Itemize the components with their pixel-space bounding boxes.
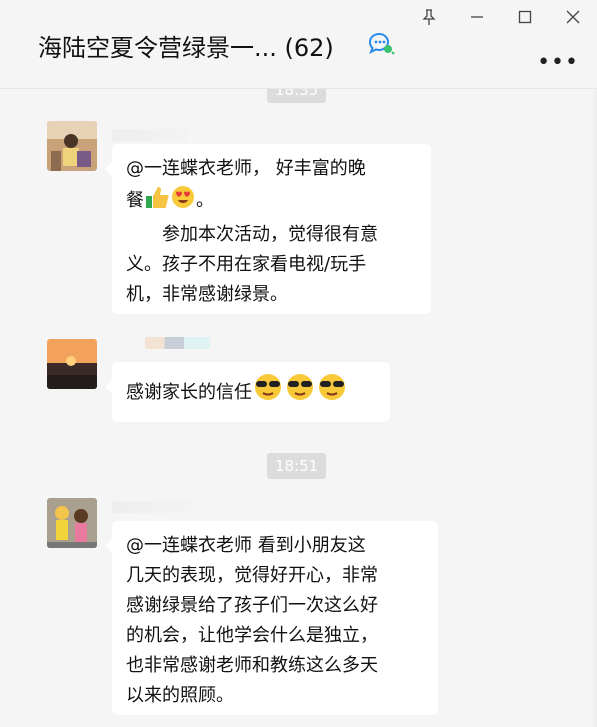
scrollbar[interactable] [593, 89, 597, 727]
more-options-button[interactable]: ••• [537, 50, 579, 75]
message-bubble[interactable]: 感谢家长的信任 [105, 362, 390, 422]
timestamp-pill: 18:51 [267, 453, 327, 479]
message-line-with-emoji: 餐。 [126, 184, 417, 220]
group-chat-icon[interactable] [367, 32, 395, 56]
message-line: @一连蝶衣老师 看到小朋友这 [126, 535, 366, 556]
avatar[interactable] [47, 498, 97, 548]
message-line: 参加本次活动，觉得很有意 [126, 224, 378, 245]
sender-name [112, 501, 192, 513]
message-line: 义。孩子不用在家看电视/玩手 [126, 254, 367, 275]
close-button[interactable] [549, 0, 597, 34]
sunglasses-emoji-icon [284, 372, 316, 412]
pin-icon[interactable] [405, 0, 453, 34]
window-controls [405, 0, 597, 34]
message-line-with-emoji: 感谢家长的信任 [126, 372, 376, 412]
message-bubble[interactable]: @一连蝶衣老师 看到小朋友这 几天的表现，觉得好开心，非常 感谢绿景给了孩子们一… [105, 521, 438, 715]
chat-title[interactable]: 海陆空夏令营绿景一... (62) [38, 28, 334, 63]
avatar[interactable] [47, 121, 97, 171]
minimize-button[interactable] [453, 0, 501, 34]
message-line: 的机会，让他学会什么是独立， [126, 625, 378, 646]
message-line: 机，非常感谢绿景。 [126, 284, 288, 305]
message-line: 感谢绿景给了孩子们一次这么好 [126, 595, 378, 616]
sender-name [145, 337, 210, 349]
sender-name [112, 129, 188, 141]
avatar[interactable] [47, 339, 97, 389]
message-text: 感谢家长的信任 [126, 382, 252, 403]
message-line: 也非常感谢老师和教练这么多天 [126, 655, 378, 676]
sunglasses-emoji-icon [316, 372, 348, 412]
message-bubble[interactable]: @一连蝶衣老师， 好丰富的晚 餐。 参加本次活动，觉得很有意 义。孩子不用在家看… [105, 144, 431, 314]
timestamp-pill: 18:35 [267, 89, 327, 103]
message-text: 餐 [126, 190, 144, 211]
message-line: @一连蝶衣老师， 好丰富的晚 [126, 158, 366, 179]
sunglasses-emoji-icon [252, 372, 284, 412]
message-line: 几天的表现，觉得好开心，非常 [126, 565, 378, 586]
maximize-button[interactable] [501, 0, 549, 34]
thumbs-up-icon [144, 184, 170, 220]
message-list[interactable]: 18:35 @一连蝶衣老师， 好丰富的晚 餐。 参加本次活动，觉得很有意 义。孩… [0, 89, 597, 727]
message-line: 以来的照顾。 [126, 685, 234, 706]
heart-eyes-emoji-icon [170, 184, 196, 220]
